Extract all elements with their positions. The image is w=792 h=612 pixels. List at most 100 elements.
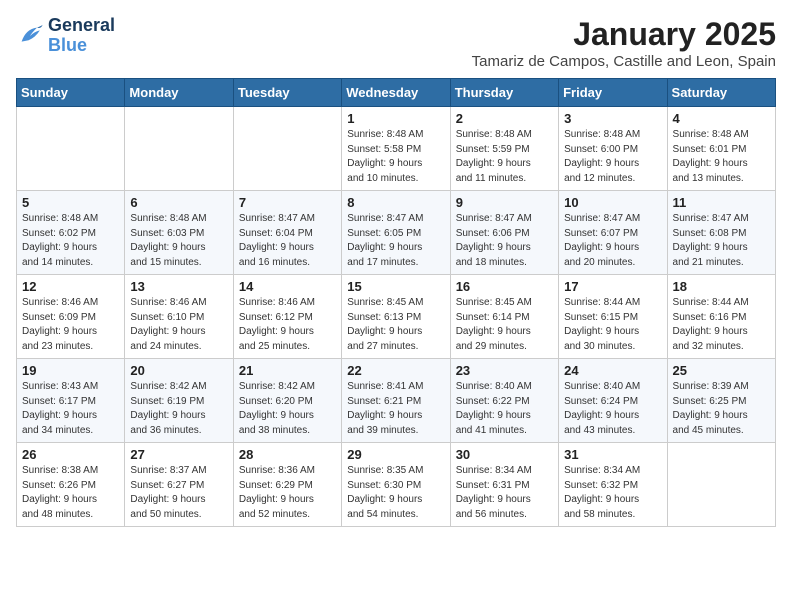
day-info: Sunrise: 8:46 AM Sunset: 6:12 PM Dayligh… [239,296,336,354]
calendar-cell: 8 Sunrise: 8:47 AM Sunset: 6:05 PM Daylig… [342,191,450,275]
calendar-cell: 29 Sunrise: 8:35 AM Sunset: 6:30 PM Dayli… [342,443,450,527]
day-info: Sunrise: 8:35 AM Sunset: 6:30 PM Dayligh… [347,464,444,522]
day-number: 15 [347,279,444,294]
calendar-cell: 6Sunrise: 8:48 AM Sunset: 6:03 PM Daylig… [125,191,233,275]
day-info: Sunrise: 8:48 AM Sunset: 6:00 PM Dayligh… [564,128,661,186]
day-info: Sunrise: 8:48 AM Sunset: 5:59 PM Dayligh… [456,128,553,186]
calendar-cell: 31Sunrise: 8:34 AM Sunset: 6:32 PM Dayli… [559,443,667,527]
calendar-cell: 4 Sunrise: 8:48 AM Sunset: 6:01 PM Daylig… [667,107,775,191]
calendar-cell: 19 Sunrise: 8:43 AM Sunset: 6:17 PM Dayli… [17,359,125,443]
calendar-body: 1 Sunrise: 8:48 AM Sunset: 5:58 PM Daylig… [17,107,776,527]
day-number: 7 [239,195,336,210]
calendar-cell: 2 Sunrise: 8:48 AM Sunset: 5:59 PM Daylig… [450,107,558,191]
day-number: 4 [673,111,770,126]
calendar-week-row: 19 Sunrise: 8:43 AM Sunset: 6:17 PM Dayli… [17,359,776,443]
weekday-header-sunday: Sunday [17,79,125,107]
calendar-cell: 10 Sunrise: 8:47 AM Sunset: 6:07 PM Dayli… [559,191,667,275]
day-number: 17 [564,279,661,294]
day-number: 18 [673,279,770,294]
calendar-cell: 5 Sunrise: 8:48 AM Sunset: 6:02 PM Daylig… [17,191,125,275]
day-info: Sunrise: 8:34 AM Sunset: 6:32 PM Dayligh… [564,464,661,522]
calendar-table: SundayMondayTuesdayWednesdayThursdayFrid… [16,78,776,527]
day-number: 2 [456,111,553,126]
day-number: 28 [239,447,336,462]
day-number: 23 [456,363,553,378]
day-number: 27 [130,447,227,462]
day-number: 26 [22,447,119,462]
day-info: Sunrise: 8:47 AM Sunset: 6:05 PM Dayligh… [347,212,444,270]
calendar-cell: 23Sunrise: 8:40 AM Sunset: 6:22 PM Dayli… [450,359,558,443]
location-subtitle: Tamariz de Campos, Castille and Leon, Sp… [472,53,776,70]
calendar-cell [125,107,233,191]
calendar-cell: 13 Sunrise: 8:46 AM Sunset: 6:10 PM Dayli… [125,275,233,359]
weekday-header-saturday: Saturday [667,79,775,107]
day-number: 16 [456,279,553,294]
day-info: Sunrise: 8:39 AM Sunset: 6:25 PM Dayligh… [673,380,770,438]
weekday-header-tuesday: Tuesday [233,79,341,107]
calendar-week-row: 5 Sunrise: 8:48 AM Sunset: 6:02 PM Daylig… [17,191,776,275]
day-number: 19 [22,363,119,378]
day-number: 20 [130,363,227,378]
day-info: Sunrise: 8:48 AM Sunset: 6:02 PM Dayligh… [22,212,119,270]
calendar-cell: 15Sunrise: 8:45 AM Sunset: 6:13 PM Dayli… [342,275,450,359]
day-info: Sunrise: 8:48 AM Sunset: 6:01 PM Dayligh… [673,128,770,186]
calendar-week-row: 12Sunrise: 8:46 AM Sunset: 6:09 PM Dayli… [17,275,776,359]
calendar-cell: 24 Sunrise: 8:40 AM Sunset: 6:24 PM Dayli… [559,359,667,443]
logo: General Blue [16,16,115,56]
calendar-cell: 25 Sunrise: 8:39 AM Sunset: 6:25 PM Dayli… [667,359,775,443]
calendar-cell: 30Sunrise: 8:34 AM Sunset: 6:31 PM Dayli… [450,443,558,527]
day-info: Sunrise: 8:44 AM Sunset: 6:15 PM Dayligh… [564,296,661,354]
day-info: Sunrise: 8:45 AM Sunset: 6:14 PM Dayligh… [456,296,553,354]
day-info: Sunrise: 8:46 AM Sunset: 6:10 PM Dayligh… [130,296,227,354]
day-info: Sunrise: 8:48 AM Sunset: 6:03 PM Dayligh… [130,212,227,270]
calendar-cell: 16 Sunrise: 8:45 AM Sunset: 6:14 PM Dayli… [450,275,558,359]
calendar-cell: 17 Sunrise: 8:44 AM Sunset: 6:15 PM Dayli… [559,275,667,359]
calendar-cell: 12Sunrise: 8:46 AM Sunset: 6:09 PM Dayli… [17,275,125,359]
day-number: 13 [130,279,227,294]
day-info: Sunrise: 8:48 AM Sunset: 5:58 PM Dayligh… [347,128,444,186]
day-info: Sunrise: 8:44 AM Sunset: 6:16 PM Dayligh… [673,296,770,354]
day-number: 5 [22,195,119,210]
day-info: Sunrise: 8:42 AM Sunset: 6:19 PM Dayligh… [130,380,227,438]
calendar-cell: 22 Sunrise: 8:41 AM Sunset: 6:21 PM Dayli… [342,359,450,443]
logo-icon [16,22,44,50]
weekday-header-friday: Friday [559,79,667,107]
day-number: 10 [564,195,661,210]
day-number: 25 [673,363,770,378]
day-number: 14 [239,279,336,294]
day-info: Sunrise: 8:47 AM Sunset: 6:04 PM Dayligh… [239,212,336,270]
day-info: Sunrise: 8:47 AM Sunset: 6:06 PM Dayligh… [456,212,553,270]
day-number: 29 [347,447,444,462]
calendar-cell: 11Sunrise: 8:47 AM Sunset: 6:08 PM Dayli… [667,191,775,275]
title-block: January 2025 Tamariz de Campos, Castille… [472,16,776,70]
day-info: Sunrise: 8:42 AM Sunset: 6:20 PM Dayligh… [239,380,336,438]
day-number: 24 [564,363,661,378]
calendar-cell [17,107,125,191]
calendar-cell: 26 Sunrise: 8:38 AM Sunset: 6:26 PM Dayli… [17,443,125,527]
day-number: 22 [347,363,444,378]
day-info: Sunrise: 8:38 AM Sunset: 6:26 PM Dayligh… [22,464,119,522]
calendar-cell: 20 Sunrise: 8:42 AM Sunset: 6:19 PM Dayli… [125,359,233,443]
calendar-cell: 7 Sunrise: 8:47 AM Sunset: 6:04 PM Daylig… [233,191,341,275]
day-number: 11 [673,195,770,210]
day-info: Sunrise: 8:47 AM Sunset: 6:07 PM Dayligh… [564,212,661,270]
weekday-header-monday: Monday [125,79,233,107]
calendar-header-row: SundayMondayTuesdayWednesdayThursdayFrid… [17,79,776,107]
calendar-cell: 9Sunrise: 8:47 AM Sunset: 6:06 PM Daylig… [450,191,558,275]
calendar-cell [667,443,775,527]
day-info: Sunrise: 8:43 AM Sunset: 6:17 PM Dayligh… [22,380,119,438]
weekday-header-wednesday: Wednesday [342,79,450,107]
day-info: Sunrise: 8:41 AM Sunset: 6:21 PM Dayligh… [347,380,444,438]
page-header: General Blue January 2025 Tamariz de Cam… [16,16,776,70]
day-info: Sunrise: 8:34 AM Sunset: 6:31 PM Dayligh… [456,464,553,522]
day-info: Sunrise: 8:40 AM Sunset: 6:24 PM Dayligh… [564,380,661,438]
day-info: Sunrise: 8:36 AM Sunset: 6:29 PM Dayligh… [239,464,336,522]
calendar-cell: 28 Sunrise: 8:36 AM Sunset: 6:29 PM Dayli… [233,443,341,527]
calendar-cell: 18 Sunrise: 8:44 AM Sunset: 6:16 PM Dayli… [667,275,775,359]
day-number: 8 [347,195,444,210]
weekday-header-thursday: Thursday [450,79,558,107]
calendar-week-row: 26 Sunrise: 8:38 AM Sunset: 6:26 PM Dayli… [17,443,776,527]
day-info: Sunrise: 8:46 AM Sunset: 6:09 PM Dayligh… [22,296,119,354]
logo-text: General Blue [48,16,115,56]
day-number: 1 [347,111,444,126]
